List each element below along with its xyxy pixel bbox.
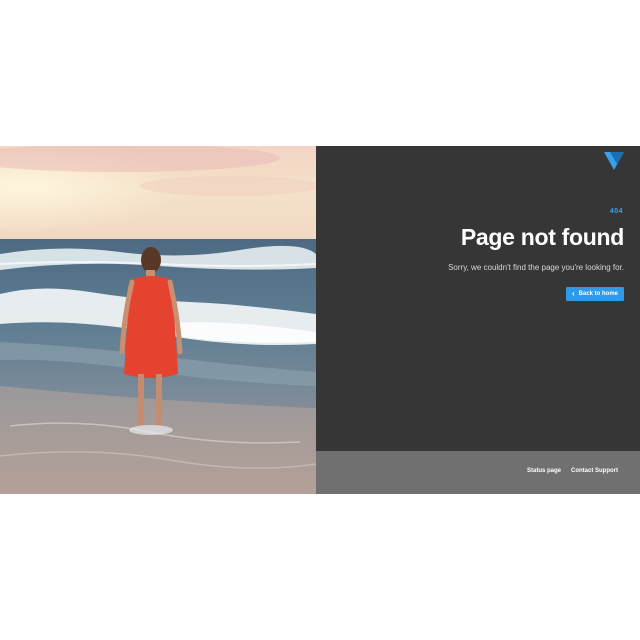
back-button-label: Back to home — [578, 291, 618, 297]
error-message: Sorry, we couldn't find the page you're … — [448, 263, 624, 272]
page-title: Page not found — [460, 224, 624, 250]
arrow-left-icon: ‹ — [571, 289, 575, 298]
triangle-logo-icon[interactable] — [604, 152, 624, 170]
hero-photo — [0, 146, 316, 494]
error-panel: 404 Page not found Sorry, we couldn't fi… — [316, 146, 640, 451]
footer-links: Status page Contact Support — [527, 468, 618, 474]
error-code: 404 — [609, 208, 623, 215]
status-page-link[interactable]: Status page — [527, 468, 561, 474]
back-to-home-button[interactable]: ‹ Back to home — [565, 287, 624, 301]
contact-support-link[interactable]: Contact Support — [571, 468, 618, 474]
error-page: 404 Page not found Sorry, we couldn't fi… — [0, 146, 640, 494]
beach-photo-illustration — [0, 146, 316, 494]
footer: Status page Contact Support — [316, 451, 640, 494]
